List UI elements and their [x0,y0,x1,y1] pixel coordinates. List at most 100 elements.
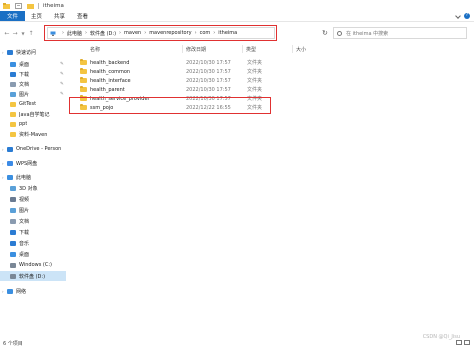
drive-icon [10,262,16,268]
star-icon [7,49,13,55]
file-row[interactable]: health_backend 2022/10/30 17:57 文件夹 [80,58,306,67]
forward-arrow-icon[interactable]: → [11,28,19,38]
file-row[interactable]: health_common 2022/10/30 17:57 文件夹 [80,67,306,76]
breadcrumb-mavenrepository[interactable]: mavenrepository [149,30,191,36]
nav-item-label: GitTest [19,101,37,107]
nav-item[interactable]: Java自学笔记 [0,109,66,119]
back-arrow-icon[interactable]: ← [3,28,11,38]
folder-icon [80,77,87,83]
file-date: 2022/12/22 16:55 [186,104,231,111]
folder-icon [10,111,16,117]
nav-item-label: WPS网盘 [16,160,38,167]
column-divider[interactable] [242,45,243,53]
nav-item[interactable]: 文档 [0,216,66,226]
nav-item-label: 音乐 [19,240,30,247]
expand-ribbon-icon[interactable] [455,13,461,19]
nav-item[interactable]: › 此电脑 [0,172,66,182]
breadcrumb-com[interactable]: com [200,30,211,36]
nav-item-label: 资料-Maven [19,131,48,138]
nav-item[interactable]: › 快速访问 [0,47,66,57]
tab-file[interactable]: 文件 [0,11,26,21]
nav-item-label: 桌面 [19,61,30,68]
column-header-date[interactable]: 修改日期 [186,44,206,54]
nav-item[interactable]: 图片 ✎ [0,89,66,99]
download-icon [10,229,16,235]
nav-item[interactable]: › 网络 [0,286,66,296]
nav-item-label: 软件盘 (D:) [19,273,46,280]
details-view-icon[interactable] [456,340,462,345]
computer-icon [7,174,13,180]
nav-item[interactable]: 桌面 ✎ [0,59,66,69]
address-bar[interactable]: › 此电脑 › 软件盘 (D:) › maven › mavenreposito… [47,27,275,39]
tab-home[interactable]: 主页 [25,11,48,21]
nav-item-label: 视频 [19,196,30,203]
nav-item[interactable]: 软件盘 (D:) [0,271,66,281]
computer-icon [50,31,56,36]
file-name: health_service_provider [90,95,150,102]
title-separator [38,2,39,9]
file-row[interactable]: health_parent 2022/10/30 17:57 文件夹 [80,85,306,94]
file-type: 文件夹 [247,87,263,93]
recent-locations-icon[interactable]: ▼ [19,28,27,38]
help-icon[interactable]: ? [464,13,470,19]
nav-item-label: Java自学笔记 [19,111,50,118]
file-type: 文件夹 [247,60,263,66]
column-divider[interactable] [292,45,293,53]
drive-icon [10,273,16,279]
nav-item[interactable]: › WPS网盘 [0,158,66,168]
tab-share[interactable]: 共享 [48,11,71,21]
breadcrumb-itheima[interactable]: itheima [218,30,237,36]
breadcrumb-this-pc[interactable]: 此电脑 [67,30,82,37]
file-name: health_interface [90,77,131,84]
status-bar: 6 个项目 [0,338,474,348]
file-name: health_parent [90,86,125,93]
column-header-type[interactable]: 类型 [246,44,256,54]
large-icons-view-icon[interactable] [464,340,470,345]
folder-icon [80,86,87,92]
column-divider[interactable] [182,45,183,53]
file-row[interactable]: ssm_pojo 2022/12/22 16:55 文件夹 [80,103,306,112]
document-icon [10,81,16,87]
refresh-icon[interactable]: ↻ [322,29,328,37]
column-header-size[interactable]: 大小 [296,44,306,54]
column-header-name[interactable]: 名称 [90,44,100,54]
breadcrumb-maven[interactable]: maven [124,30,141,36]
desktop-icon [10,251,16,257]
chevron-right-icon: › [144,30,147,36]
file-row[interactable]: health_service_provider 2022/10/30 17:57 文… [80,94,306,103]
properties-icon[interactable] [15,2,22,9]
nav-item[interactable]: 视频 [0,194,66,204]
nav-item[interactable]: 音乐 [0,238,66,248]
up-arrow-icon[interactable]: ↑ [27,28,35,38]
nav-item[interactable]: Windows (C:) [0,260,66,270]
nav-item[interactable]: 下载 ✎ [0,69,66,79]
download-icon [10,71,16,77]
nav-item[interactable]: 图片 [0,205,66,215]
pin-icon: ✎ [60,71,64,77]
search-box[interactable]: 在 itheima 中搜索 [333,27,467,39]
cube-icon [10,185,16,191]
nav-item[interactable]: 文档 ✎ [0,79,66,89]
nav-item-label: Windows (C:) [19,262,52,268]
nav-item[interactable]: › OneDrive - Person [0,144,66,154]
nav-item[interactable]: ppt [0,119,66,129]
file-type: 文件夹 [247,78,263,84]
file-date: 2022/10/30 17:57 [186,59,231,66]
document-icon [10,218,16,224]
nav-item-label: OneDrive - Person [16,146,62,152]
picture-icon [10,91,16,97]
nav-item[interactable]: 3D 对象 [0,183,66,193]
new-folder-icon[interactable] [27,3,34,9]
nav-item[interactable]: 资料-Maven [0,129,66,139]
nav-item-label: 文档 [19,218,30,225]
folder-icon [3,2,10,9]
nav-item[interactable]: 桌面 [0,249,66,259]
picture-icon [10,207,16,213]
nav-item[interactable]: 下载 [0,227,66,237]
file-row[interactable]: health_interface 2022/10/30 17:57 文件夹 [80,76,306,85]
tab-view[interactable]: 查看 [71,11,94,21]
nav-item[interactable]: GitTest [0,99,66,109]
nav-item-label: 图片 [19,91,30,98]
chevron-right-icon: › [194,30,197,36]
breadcrumb-drive-d[interactable]: 软件盘 (D:) [90,30,116,37]
